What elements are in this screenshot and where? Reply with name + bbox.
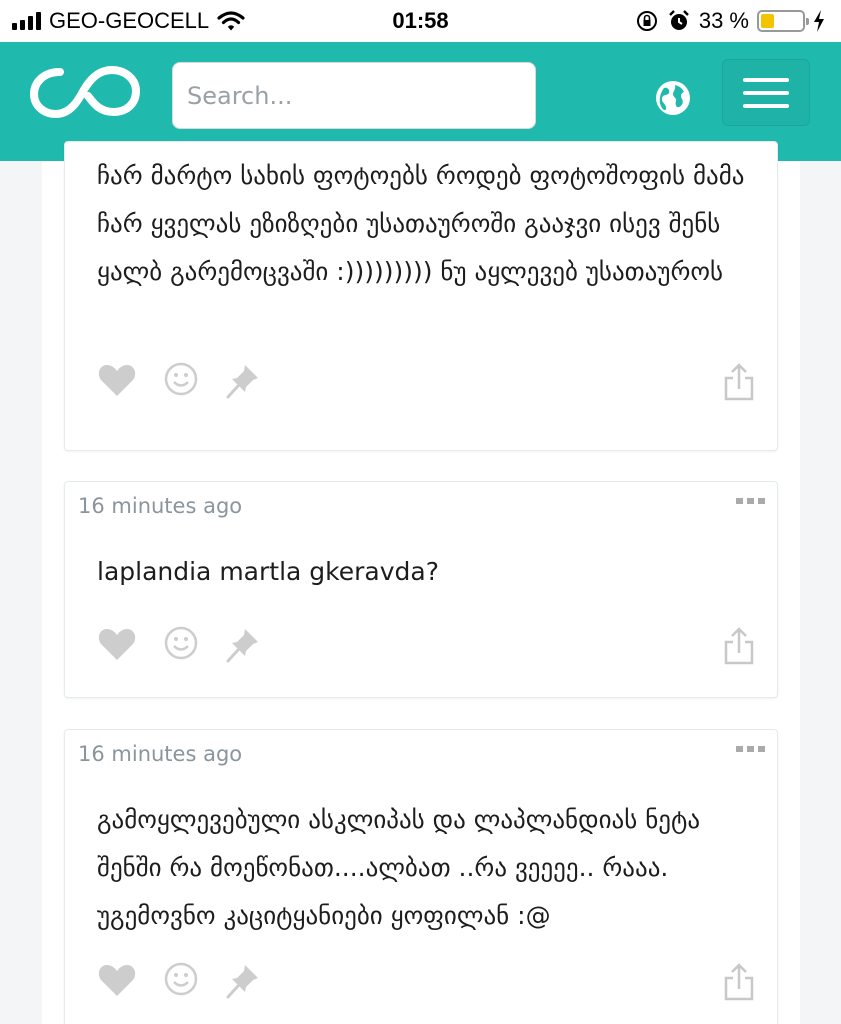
charging-icon (814, 10, 824, 32)
menu-button[interactable] (722, 59, 810, 126)
menu-icon-bar (743, 103, 789, 108)
battery-percent: 33 % (698, 8, 749, 33)
search-input[interactable] (172, 62, 536, 129)
post-card: 16 minutes ago გამოყლევებული ასკლიპას და… (64, 729, 778, 1024)
status-left: GEO-GEOCELL (12, 8, 245, 34)
heart-icon[interactable] (97, 962, 137, 998)
clock: 01:58 (392, 8, 449, 33)
share-icon[interactable] (723, 962, 755, 1002)
status-right: 33 % (635, 8, 825, 34)
signal-icon (12, 12, 41, 30)
post-card: ჩარ მარტო სახის ფოტოებს როდებ ფოტოშოფის … (64, 141, 778, 451)
smile-icon[interactable] (164, 362, 198, 396)
post-actions (97, 362, 755, 402)
post-actions (97, 626, 755, 666)
heart-icon[interactable] (97, 626, 137, 662)
heart-icon[interactable] (97, 362, 137, 398)
pin-icon[interactable] (225, 362, 261, 400)
post-text: ჩარ მარტო სახის ფოტოებს როდებ ფოტოშოფის … (97, 161, 745, 286)
orientation-lock-icon (636, 11, 657, 31)
post-timestamp: 16 minutes ago (78, 494, 243, 518)
menu-icon-bar (743, 90, 789, 95)
menu-icon-bar (743, 77, 789, 82)
smile-icon[interactable] (164, 626, 198, 660)
smile-icon[interactable] (164, 962, 198, 996)
post-timestamp: 16 minutes ago (78, 742, 243, 766)
alarm-icon (668, 10, 689, 30)
status-bar: GEO-GEOCELL 01:58 33 % (0, 0, 841, 42)
wifi-icon (217, 11, 245, 31)
pin-icon[interactable] (225, 962, 261, 1000)
more-options-icon[interactable] (736, 746, 765, 752)
infinity-logo-icon[interactable] (30, 64, 140, 120)
pin-icon[interactable] (225, 626, 261, 664)
feed-column: ჩარ მარტო სახის ფოტოებს როდებ ფოტოშოფის … (42, 141, 800, 1024)
share-icon[interactable] (723, 362, 755, 402)
post-actions (97, 962, 755, 1002)
post-text: გამოყლევებული ასკლიპას და ლაპლანდიას ნეტ… (97, 805, 701, 930)
carrier-label: GEO-GEOCELL (49, 8, 210, 33)
globe-icon[interactable] (654, 79, 692, 117)
post-text: laplandia martla gkeravda? (97, 557, 439, 586)
more-options-icon[interactable] (736, 498, 765, 504)
post-card: 16 minutes ago laplandia martla gkeravda… (64, 481, 778, 698)
battery-icon (757, 10, 809, 32)
share-icon[interactable] (723, 626, 755, 666)
